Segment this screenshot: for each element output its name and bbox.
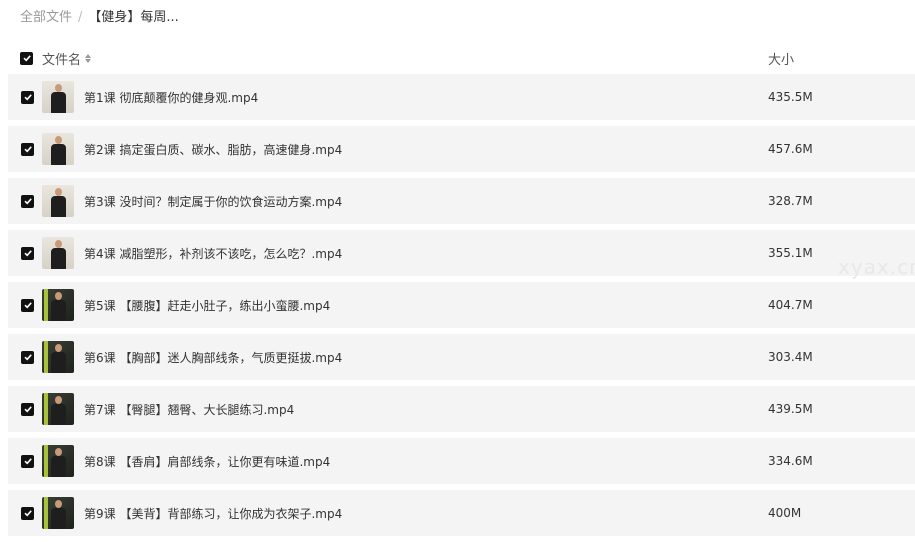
file-name[interactable]: 第3课 没时间？制定属于你的饮食运动方案.mp4 [84, 193, 342, 210]
file-size: 355.1M [768, 246, 813, 260]
breadcrumb-root[interactable]: 全部文件 [20, 8, 72, 28]
size-column-label[interactable]: 大小 [768, 49, 794, 68]
file-checkbox[interactable] [21, 454, 34, 468]
file-name[interactable]: 第7课 【臀腿】翘臀、大长腿练习.mp4 [84, 401, 294, 418]
file-row[interactable]: 第3课 没时间？制定属于你的饮食运动方案.mp4 328.7M [8, 178, 915, 224]
check-icon [23, 302, 32, 309]
file-size: 404.7M [768, 298, 813, 312]
file-size: 457.6M [768, 142, 813, 156]
file-name[interactable]: 第9课 【美背】背部练习，让你成为衣架子.mp4 [84, 505, 342, 522]
breadcrumb-separator: / [78, 10, 83, 25]
breadcrumb-current: 【健身】每周... [88, 10, 179, 25]
file-row[interactable]: 第2课 搞定蛋白质、碳水、脂肪，高速健身.mp4 457.6M [8, 126, 915, 172]
check-icon [23, 146, 32, 153]
file-name[interactable]: 第8课 【香肩】肩部线条，让你更有味道.mp4 [84, 453, 330, 470]
file-size: 328.7M [768, 194, 813, 208]
check-icon [23, 94, 32, 101]
video-thumbnail[interactable] [42, 185, 74, 217]
check-icon [23, 354, 32, 361]
file-row[interactable]: 第4课 减脂塑形，补剂该不该吃，怎么吃？.mp4 355.1M [8, 230, 915, 276]
file-checkbox[interactable] [21, 402, 34, 416]
check-icon [23, 250, 32, 257]
select-all-checkbox[interactable] [20, 51, 33, 65]
file-row[interactable]: 第8课 【香肩】肩部线条，让你更有味道.mp4 334.6M [8, 438, 915, 484]
check-icon [23, 406, 32, 413]
file-row[interactable]: 第9课 【美背】背部练习，让你成为衣架子.mp4 400M [8, 490, 915, 536]
file-name[interactable]: 第2课 搞定蛋白质、碳水、脂肪，高速健身.mp4 [84, 141, 342, 158]
file-row[interactable]: 第1课 彻底颠覆你的健身观.mp4 435.5M [8, 74, 915, 120]
video-thumbnail[interactable] [42, 81, 74, 113]
check-icon [22, 55, 31, 62]
file-size: 439.5M [768, 402, 813, 416]
file-row[interactable]: 第5课 【腰腹】赶走小肚子，练出小蛮腰.mp4 404.7M [8, 282, 915, 328]
file-size: 435.5M [768, 90, 813, 104]
file-size: 400M [768, 506, 802, 520]
file-list-header: 文件名 大小 [20, 47, 900, 69]
file-size: 303.4M [768, 350, 813, 364]
video-thumbnail[interactable] [42, 445, 74, 477]
file-name[interactable]: 第6课 【胸部】迷人胸部线条，气质更挺拔.mp4 [84, 349, 342, 366]
video-thumbnail[interactable] [42, 341, 74, 373]
file-checkbox[interactable] [21, 246, 34, 260]
file-list: 第1课 彻底颠覆你的健身观.mp4 435.5M 第2课 搞定蛋白质、碳水、脂肪，高… [8, 74, 915, 542]
check-icon [23, 458, 32, 465]
file-row[interactable]: 第7课 【臀腿】翘臀、大长腿练习.mp4 439.5M [8, 386, 915, 432]
file-checkbox[interactable] [21, 506, 34, 520]
file-row[interactable]: 第6课 【胸部】迷人胸部线条，气质更挺拔.mp4 303.4M [8, 334, 915, 380]
breadcrumb: 全部文件 / 【健身】每周... [20, 8, 179, 28]
file-checkbox[interactable] [21, 298, 34, 312]
file-checkbox[interactable] [21, 350, 34, 364]
video-thumbnail[interactable] [42, 237, 74, 269]
sort-icon [85, 53, 92, 63]
file-name[interactable]: 第1课 彻底颠覆你的健身观.mp4 [84, 89, 258, 106]
check-icon [23, 510, 32, 517]
sort-by-name[interactable]: 文件名 [42, 49, 92, 68]
video-thumbnail[interactable] [42, 497, 74, 529]
file-name[interactable]: 第4课 减脂塑形，补剂该不该吃，怎么吃？.mp4 [84, 245, 342, 262]
name-column-label: 文件名 [42, 52, 82, 68]
video-thumbnail[interactable] [42, 393, 74, 425]
file-size: 334.6M [768, 454, 813, 468]
file-name[interactable]: 第5课 【腰腹】赶走小肚子，练出小蛮腰.mp4 [84, 297, 330, 314]
check-icon [23, 198, 32, 205]
file-checkbox[interactable] [21, 194, 34, 208]
file-checkbox[interactable] [21, 142, 34, 156]
file-checkbox[interactable] [21, 90, 34, 104]
video-thumbnail[interactable] [42, 289, 74, 321]
video-thumbnail[interactable] [42, 133, 74, 165]
